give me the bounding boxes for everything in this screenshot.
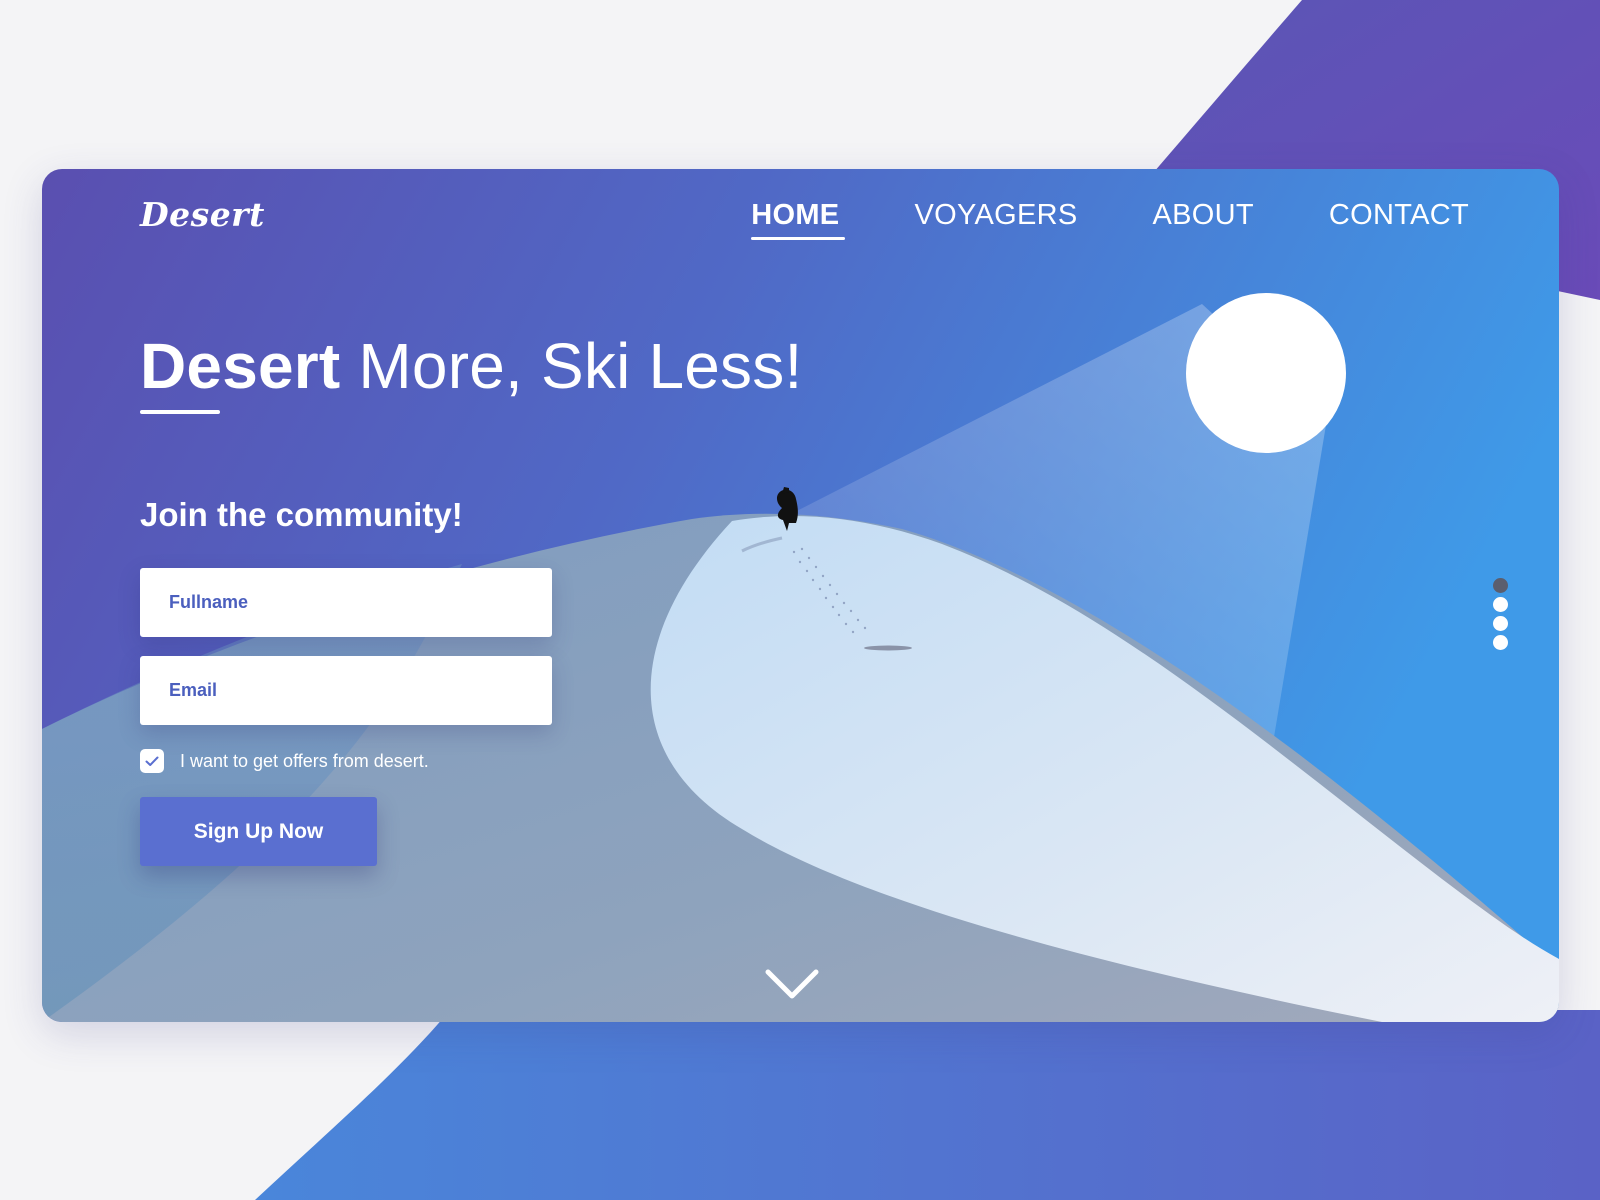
nav-item-voyagers[interactable]: VOYAGERS: [914, 199, 1077, 238]
form-title: Join the community!: [140, 496, 463, 533]
nav-item-home[interactable]: HOME: [751, 199, 846, 240]
headline-rest: More, Ski Less!: [340, 330, 803, 402]
sun-circle: [1186, 293, 1346, 453]
headline-bold: Desert: [140, 330, 341, 402]
pagination-dot-1[interactable]: [1493, 578, 1508, 593]
headline-underline: [140, 410, 220, 414]
email-field: [140, 656, 552, 725]
nav-item-contact[interactable]: CONTACT: [1329, 199, 1469, 238]
footprint-shadow: [864, 645, 912, 651]
offers-option: I want to get offers from desert.: [140, 749, 429, 773]
fullname-input[interactable]: [167, 568, 552, 637]
pagination-dot-3[interactable]: [1493, 616, 1508, 631]
hero-card: Desert HOME VOYAGERS ABOUT CONTACT Deser…: [42, 169, 1559, 1022]
offers-label: I want to get offers from desert.: [180, 750, 429, 771]
chevron-down-icon[interactable]: [764, 966, 820, 1002]
check-icon: [145, 756, 159, 766]
sign-up-button[interactable]: Sign Up Now: [140, 797, 377, 866]
slide-pagination: [1493, 578, 1508, 650]
email-input[interactable]: [167, 656, 552, 725]
hero-headline: Desert More, Ski Less!: [140, 329, 802, 403]
offers-checkbox[interactable]: [140, 749, 164, 773]
landing-page: Desert HOME VOYAGERS ABOUT CONTACT Deser…: [0, 0, 1600, 1200]
bottom-blob: [255, 1010, 1600, 1200]
nav-item-about[interactable]: ABOUT: [1152, 199, 1253, 238]
pagination-dot-2[interactable]: [1493, 597, 1508, 612]
fullname-field: [140, 568, 552, 637]
main-nav: HOME VOYAGERS ABOUT CONTACT: [676, 199, 1469, 240]
brand-logo[interactable]: Desert: [140, 195, 265, 234]
pagination-dot-4[interactable]: [1493, 635, 1508, 650]
